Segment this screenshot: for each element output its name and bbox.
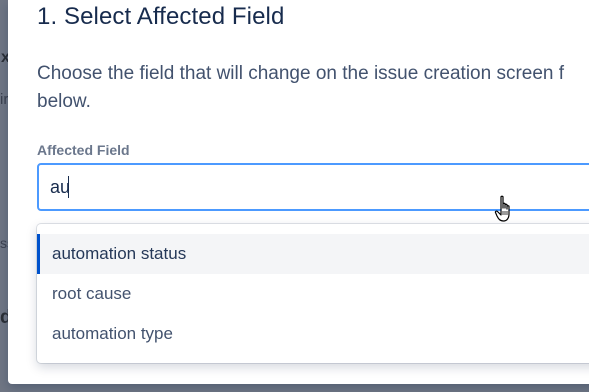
- description-line: below.: [37, 91, 91, 112]
- dropdown-option-automation-status[interactable]: automation status: [37, 234, 589, 274]
- hand-pointer-icon: [494, 195, 510, 222]
- section-title: 1. Select Affected Field: [37, 3, 285, 30]
- description-line: Choose the field that will change on the…: [37, 63, 565, 84]
- section-description: Choose the field that will change on the…: [37, 60, 589, 116]
- dropdown-option-automation-type[interactable]: automation type: [37, 314, 589, 354]
- dropdown-option-root-cause[interactable]: root cause: [37, 274, 589, 314]
- text-caret: [68, 176, 69, 198]
- affected-field-label: Affected Field: [37, 142, 130, 158]
- affected-field-dropdown: automation status root cause automation …: [37, 224, 589, 363]
- modal-dialog: 1. Select Affected Field Choose the fiel…: [8, 0, 589, 384]
